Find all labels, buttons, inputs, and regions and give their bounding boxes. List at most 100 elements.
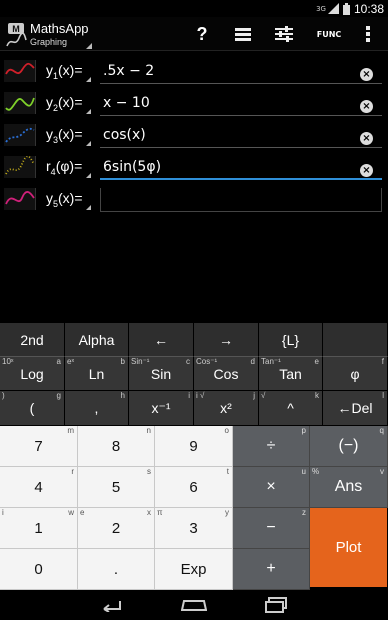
svg-text:M: M [12, 24, 20, 34]
key-label: Exp [180, 560, 207, 578]
key-row3-5[interactable]: ←Del l [323, 391, 388, 426]
expression-field[interactable]: x − 10 × [100, 92, 382, 116]
key-label: Ans [334, 478, 363, 495]
key-secondary-label: Cos⁻¹ [196, 357, 218, 366]
overflow-menu-button[interactable] [358, 17, 378, 51]
key-num-0-1[interactable]: 8n [78, 426, 155, 467]
key-row2-2[interactable]: Sin Sin⁻¹ c [129, 357, 194, 391]
home-button[interactable] [174, 594, 214, 616]
function-label[interactable]: y3(x)= [46, 126, 83, 145]
key-secondary-label: % [312, 467, 320, 476]
function-label[interactable]: r4(φ)= [46, 158, 82, 177]
settings-button[interactable] [270, 17, 298, 51]
key-row1-3[interactable]: → [194, 323, 259, 357]
key-label: 9 [189, 437, 198, 455]
key-num-1-3[interactable]: × u [233, 467, 310, 508]
key-label: 5 [111, 478, 121, 496]
expression-field[interactable]: 6sin(5φ) × [100, 156, 382, 180]
battery-icon [342, 2, 350, 15]
key-num-3-0[interactable]: 0 [0, 549, 78, 590]
key-num-1-0[interactable]: 4r [0, 467, 78, 508]
spinner-indicator-icon [86, 205, 91, 210]
key-alpha-label: f [381, 357, 384, 366]
status-bar: 3G 10:38 [0, 0, 388, 17]
function-style-button[interactable] [4, 92, 36, 114]
key-row1-4[interactable]: {L} [259, 323, 323, 357]
key-row1-5[interactable] [323, 323, 388, 357]
key-row2-1[interactable]: Ln eˣ b [65, 357, 129, 391]
key-num-2-2[interactable]: 3 π y [155, 508, 233, 549]
key-label: + [266, 560, 276, 577]
key-num-1-2[interactable]: 6t [155, 467, 233, 508]
key-alpha-label: r [71, 467, 74, 476]
plot-button[interactable]: Plot [310, 508, 388, 588]
key-row1-2[interactable]: ← [129, 323, 194, 357]
list-icon [235, 28, 251, 41]
key-alpha-label: o [224, 426, 229, 435]
curve-icon [5, 97, 35, 111]
key-num-0-4[interactable]: (−) q [310, 426, 388, 467]
function-style-button[interactable] [4, 188, 36, 210]
key-row3-4[interactable]: ^ √ k [259, 391, 323, 426]
key-num-2-0[interactable]: 1 i w [0, 508, 78, 549]
key-num-0-0[interactable]: 7m [0, 426, 78, 467]
clear-icon[interactable]: × [360, 132, 373, 145]
key-num-3-2[interactable]: Exp [155, 549, 233, 590]
clear-icon[interactable]: × [360, 68, 373, 81]
key-num-1-1[interactable]: 5s [78, 467, 155, 508]
clear-icon[interactable]: × [360, 100, 373, 113]
key-row2-4[interactable]: Tan Tan⁻¹ e [259, 357, 323, 391]
function-name: y [46, 126, 53, 142]
mode-spinner[interactable]: Graphing [30, 37, 67, 47]
key-row3-3[interactable]: x² i √ j [194, 391, 259, 426]
key-label: φ [350, 365, 360, 382]
back-button[interactable] [92, 594, 132, 616]
key-label: Alpha [78, 331, 115, 348]
expression-text: cos(x) [103, 127, 146, 143]
app-logo-icon[interactable]: M [5, 22, 27, 48]
func-button[interactable]: FUNC [311, 17, 347, 51]
function-suffix: (x)= [58, 190, 83, 206]
list-button[interactable] [230, 17, 256, 51]
key-num-0-2[interactable]: 9o [155, 426, 233, 467]
key-label: (−) [338, 437, 359, 454]
key-num-1-4[interactable]: Ans% v [310, 467, 388, 508]
key-alpha-label: w [68, 508, 74, 517]
expression-field[interactable]: cos(x) × [100, 124, 382, 148]
help-button[interactable]: ? [188, 17, 216, 51]
key-row1-0[interactable]: 2nd [0, 323, 65, 357]
key-row3-0[interactable]: () g [0, 391, 65, 426]
curve-icon [5, 62, 35, 75]
function-style-button[interactable] [4, 155, 36, 178]
function-label[interactable]: y1(x)= [46, 62, 83, 81]
function-style-button[interactable] [4, 60, 36, 82]
key-row3-2[interactable]: x⁻¹ i [129, 391, 194, 426]
function-label[interactable]: y2(x)= [46, 94, 83, 113]
key-num-3-1[interactable]: . [78, 549, 155, 590]
curve-icon [5, 127, 35, 143]
key-row3-1[interactable]: ,h [65, 391, 129, 426]
key-num-2-3[interactable]: − z [233, 508, 310, 549]
function-style-button[interactable] [4, 124, 36, 146]
function-name: y [46, 62, 53, 78]
key-label: Log [20, 365, 44, 382]
key-row2-5[interactable]: φf [323, 357, 388, 391]
expression-field[interactable]: .5x − 2 × [100, 60, 382, 84]
key-secondary-label: Sin⁻¹ [131, 357, 150, 366]
key-row2-0[interactable]: Log 10ˣ a [0, 357, 65, 391]
key-alpha-label: l [382, 391, 384, 400]
key-secondary-label: π [157, 508, 163, 517]
function-label[interactable]: y5(x)= [46, 190, 83, 209]
key-num-2-1[interactable]: 2 e x [78, 508, 155, 549]
key-alpha-label: e [314, 357, 319, 366]
key-row2-3[interactable]: Cos Cos⁻¹ d [194, 357, 259, 391]
key-alpha-label: i [188, 391, 190, 400]
recent-apps-button[interactable] [256, 594, 296, 616]
key-label: 3 [189, 519, 198, 537]
expression-field[interactable] [100, 188, 382, 212]
key-secondary-label: √ [261, 391, 266, 400]
key-row1-1[interactable]: Alpha [65, 323, 129, 357]
key-num-3-3[interactable]: + [233, 549, 310, 590]
clear-icon[interactable]: × [360, 164, 373, 177]
key-num-0-3[interactable]: ÷ p [233, 426, 310, 467]
